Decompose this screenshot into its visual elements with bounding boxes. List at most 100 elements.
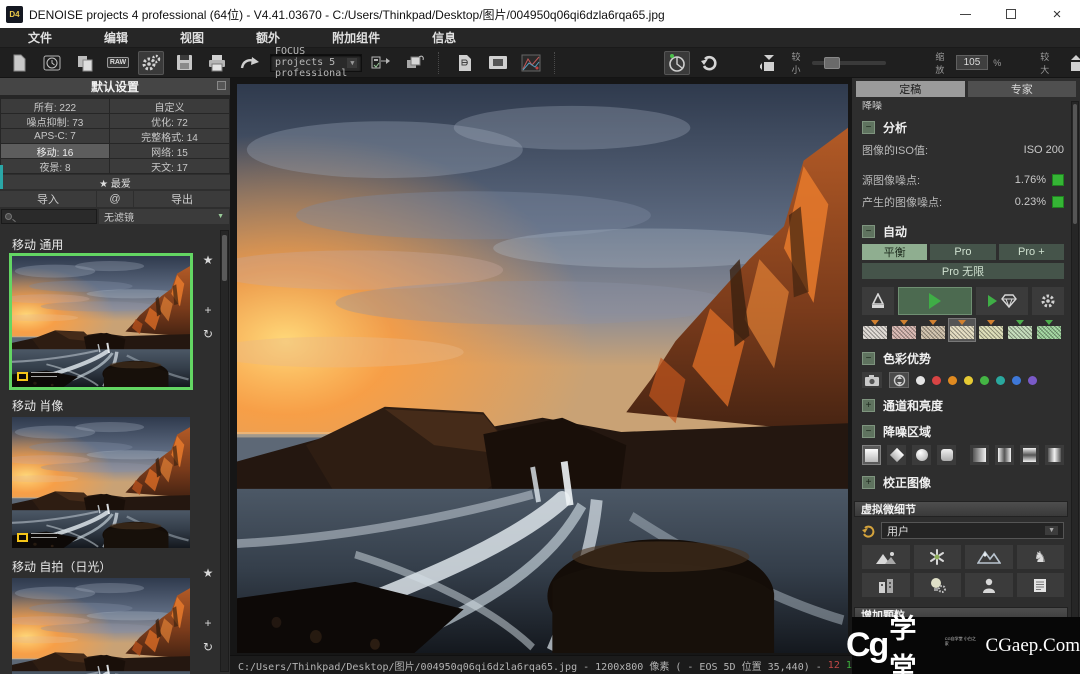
raw-import-button[interactable]: RAW bbox=[105, 51, 131, 75]
color-dot-purple[interactable] bbox=[1028, 376, 1037, 385]
auto-wb-button[interactable] bbox=[889, 372, 909, 388]
camera-button[interactable] bbox=[862, 372, 882, 388]
preset-lowlight-button[interactable] bbox=[914, 573, 962, 597]
thumbnail-scrollbar[interactable] bbox=[220, 230, 229, 672]
focus-projects-dropdown[interactable]: FOCUS projects 5 professional ▼ bbox=[270, 54, 362, 72]
tab-finalize[interactable]: 定稿 bbox=[856, 81, 965, 97]
settings-button[interactable] bbox=[138, 51, 164, 75]
preset-item-mobile-selfie[interactable]: 移动 自拍（日光） ★ + ↻ bbox=[12, 558, 230, 674]
expand-icon[interactable]: + bbox=[862, 476, 875, 489]
category-apsc[interactable]: APS-C: 7 bbox=[1, 129, 109, 143]
mode-balanced-button[interactable]: 平衡 bbox=[862, 244, 927, 260]
preset-landscape-button[interactable] bbox=[862, 545, 910, 569]
export-preset-button[interactable]: 导出 bbox=[134, 191, 230, 207]
category-noise-suppression[interactable]: 噪点抑制: 73 bbox=[1, 114, 109, 128]
favorites-button[interactable]: ★ 最爱 bbox=[0, 175, 230, 189]
category-astro[interactable]: 天文: 17 bbox=[110, 159, 229, 173]
preset-flower-button[interactable] bbox=[914, 545, 962, 569]
mode-pro-button[interactable]: Pro bbox=[930, 244, 995, 260]
category-fullformat[interactable]: 完整格式: 14 bbox=[110, 129, 229, 143]
refresh-preset-icon[interactable]: ↻ bbox=[203, 328, 213, 340]
mode-pro-unlimited-button[interactable]: Pro 无限 bbox=[862, 263, 1064, 279]
export-button[interactable] bbox=[237, 51, 263, 75]
category-web[interactable]: 网络: 15 bbox=[110, 144, 229, 158]
zoom-slider[interactable] bbox=[812, 61, 887, 65]
preset-item-mobile-portrait[interactable]: 移动 肖像 ★ + ↻ bbox=[12, 397, 230, 548]
preset-item-mobile-general[interactable]: 移动 通用 ★ + ↻ bbox=[12, 236, 230, 387]
area-full-button[interactable] bbox=[862, 445, 881, 465]
color-dot-blue[interactable] bbox=[1012, 376, 1021, 385]
close-button[interactable]: × bbox=[1034, 0, 1080, 28]
noise-swatch-3[interactable] bbox=[920, 319, 946, 341]
scrollbar-thumb[interactable] bbox=[1073, 104, 1077, 224]
save-button[interactable] bbox=[171, 51, 197, 75]
fullscreen-view-button[interactable] bbox=[485, 51, 511, 75]
add-variant-icon[interactable]: + bbox=[204, 304, 211, 316]
category-optimize[interactable]: 优化: 72 bbox=[110, 114, 229, 128]
compare-view-button[interactable] bbox=[664, 51, 690, 75]
favorite-star-icon[interactable]: ★ bbox=[203, 254, 214, 266]
minimize-button[interactable] bbox=[942, 0, 988, 28]
batch-images-button[interactable] bbox=[402, 51, 428, 75]
area-gradient-center-button[interactable] bbox=[995, 445, 1014, 465]
preset-mountain-button[interactable] bbox=[965, 545, 1013, 569]
category-all[interactable]: 所有: 222 bbox=[1, 99, 109, 113]
menu-file[interactable]: 文件 bbox=[28, 29, 52, 46]
area-gradient-horizontal-button[interactable] bbox=[1020, 445, 1039, 465]
histogram-button[interactable] bbox=[518, 51, 544, 75]
micro-details-dropdown[interactable]: 用户 ▼ bbox=[881, 522, 1064, 539]
collapse-icon[interactable]: − bbox=[862, 352, 875, 365]
print-button[interactable] bbox=[204, 51, 230, 75]
color-dot-white[interactable] bbox=[916, 376, 925, 385]
mode-pro-plus-button[interactable]: Pro + bbox=[999, 244, 1064, 260]
run-premium-button[interactable] bbox=[976, 287, 1028, 315]
color-dot-red[interactable] bbox=[932, 376, 941, 385]
noise-swatch-2[interactable] bbox=[891, 319, 917, 341]
menu-view[interactable]: 视图 bbox=[180, 29, 204, 46]
menu-addons[interactable]: 附加组件 bbox=[332, 29, 380, 46]
preset-thumbnail[interactable] bbox=[12, 417, 190, 548]
run-denoise-button[interactable] bbox=[898, 287, 972, 315]
batch-processing-button[interactable] bbox=[452, 51, 478, 75]
category-night[interactable]: 夜景: 8 bbox=[1, 159, 109, 173]
noise-swatch-7[interactable] bbox=[1036, 319, 1062, 341]
area-rounded-button[interactable] bbox=[937, 445, 956, 465]
preset-document-button[interactable] bbox=[1017, 573, 1065, 597]
category-custom[interactable]: 自定义 bbox=[110, 99, 229, 113]
zoom-value[interactable]: 105 bbox=[956, 55, 989, 70]
collapse-icon[interactable]: − bbox=[862, 121, 875, 134]
scrollbar-thumb[interactable] bbox=[222, 235, 227, 281]
area-gradient-edges-button[interactable] bbox=[1045, 445, 1064, 465]
menu-extras[interactable]: 额外 bbox=[256, 29, 280, 46]
preset-portrait-button[interactable] bbox=[965, 573, 1013, 597]
image-canvas[interactable] bbox=[230, 78, 852, 655]
transfer-layout-button[interactable] bbox=[369, 51, 395, 75]
preset-thumbnail[interactable] bbox=[12, 578, 190, 674]
noise-swatch-1[interactable] bbox=[862, 319, 888, 341]
new-file-button[interactable] bbox=[6, 51, 32, 75]
area-circle-button[interactable] bbox=[912, 445, 931, 465]
maximize-button[interactable] bbox=[988, 0, 1034, 28]
fit-larger-button[interactable] bbox=[1063, 51, 1080, 75]
area-gradient-left-button[interactable] bbox=[970, 445, 989, 465]
zoom-slider-thumb[interactable] bbox=[824, 57, 840, 69]
color-dot-teal[interactable] bbox=[996, 376, 1005, 385]
panel-scrollbar[interactable] bbox=[1071, 101, 1079, 672]
tab-expert[interactable]: 专家 bbox=[968, 81, 1077, 97]
color-dot-orange[interactable] bbox=[948, 376, 957, 385]
copy-settings-button[interactable] bbox=[72, 51, 98, 75]
noise-swatch-5[interactable] bbox=[978, 319, 1004, 341]
preset-thumbnail[interactable] bbox=[12, 256, 190, 387]
recalculate-button[interactable] bbox=[697, 51, 723, 75]
collapse-icon[interactable]: − bbox=[862, 225, 875, 238]
menu-edit[interactable]: 编辑 bbox=[104, 29, 128, 46]
collapse-icon[interactable]: − bbox=[862, 425, 875, 438]
panel-pin-icon[interactable] bbox=[217, 81, 226, 90]
category-mobile[interactable]: 移动: 16 bbox=[1, 144, 109, 158]
peak-histogram-button[interactable] bbox=[862, 287, 894, 315]
import-button[interactable]: 导入 bbox=[0, 191, 96, 207]
menu-info[interactable]: 信息 bbox=[432, 29, 456, 46]
color-dot-yellow[interactable] bbox=[964, 376, 973, 385]
noise-swatch-4[interactable] bbox=[949, 319, 975, 341]
filter-dropdown[interactable]: 无滤镜 ▼ bbox=[99, 209, 229, 224]
